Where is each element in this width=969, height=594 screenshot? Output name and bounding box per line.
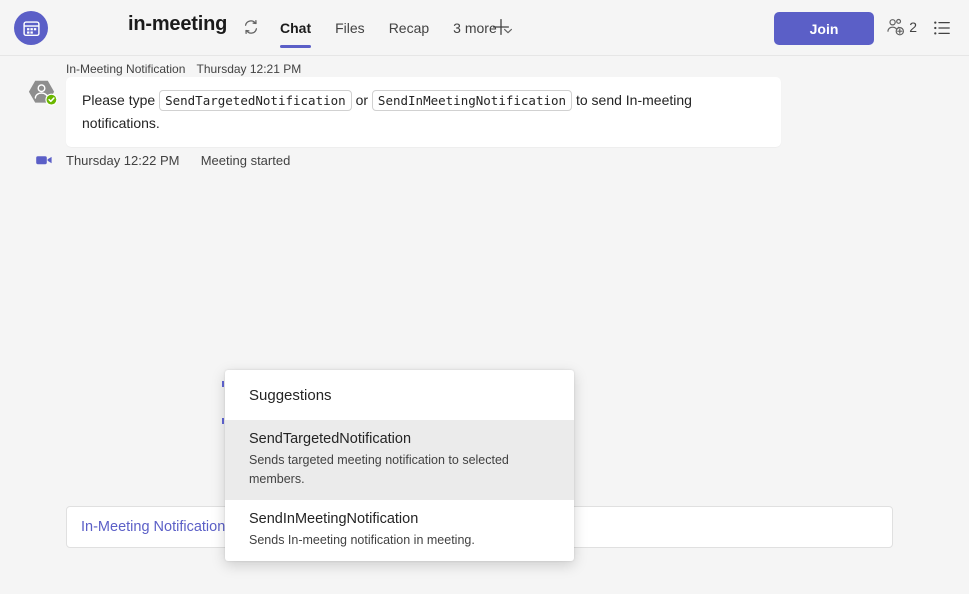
bot-mention-chip: In-Meeting Notification xyxy=(81,519,225,535)
message-author: In-Meeting Notification xyxy=(66,62,185,76)
sync-icon[interactable] xyxy=(242,18,260,36)
suggestions-title: Suggestions xyxy=(225,370,574,420)
teams-meeting-chat-window: in-meeting Chat Files Recap 3 more xyxy=(0,0,969,594)
suggestion-item-send-in-meeting-notification[interactable]: SendInMeetingNotification Sends In-meeti… xyxy=(225,500,574,561)
plus-icon[interactable] xyxy=(488,14,514,40)
message-text-before: Please type xyxy=(82,92,155,108)
system-event-timestamp: Thursday 12:22 PM xyxy=(66,153,179,168)
page-title: in-meeting xyxy=(128,13,227,36)
system-event-row: Thursday 12:22 PM Meeting started xyxy=(34,150,290,170)
tab-chat-label: Chat xyxy=(280,20,311,36)
suggestion-description: Sends targeted meeting notification to s… xyxy=(249,451,552,489)
suggestion-title: SendTargetedNotification xyxy=(249,429,552,450)
tab-files-label: Files xyxy=(335,20,365,36)
message-text-middle: or xyxy=(356,92,368,108)
system-event-text: Thursday 12:22 PM Meeting started xyxy=(66,153,290,168)
command-code-2: SendInMeetingNotification xyxy=(372,90,572,111)
list-icon[interactable] xyxy=(931,17,953,39)
message-bubble: Please type SendTargetedNotification or … xyxy=(66,77,781,147)
add-people-icon[interactable]: 2 xyxy=(885,16,917,38)
suggestion-title: SendInMeetingNotification xyxy=(249,509,552,530)
calendar-icon xyxy=(14,11,48,45)
tab-recap[interactable]: Recap xyxy=(377,0,441,56)
bot-avatar-icon xyxy=(27,78,60,111)
participant-count: 2 xyxy=(909,19,917,35)
tab-recap-label: Recap xyxy=(389,20,429,36)
app-header: in-meeting Chat Files Recap 3 more xyxy=(0,0,969,56)
caret-marker-top xyxy=(222,381,224,387)
suggestions-popover: Suggestions SendTargetedNotification Sen… xyxy=(225,370,574,561)
tab-files[interactable]: Files xyxy=(323,0,377,56)
message-meta: In-Meeting Notification Thursday 12:21 P… xyxy=(66,62,301,76)
video-camera-icon xyxy=(34,150,54,170)
tab-bar: Chat Files Recap 3 more xyxy=(268,0,525,56)
tab-chat[interactable]: Chat xyxy=(268,0,323,56)
suggestion-item-send-targeted-notification[interactable]: SendTargetedNotification Sends targeted … xyxy=(225,420,574,500)
message-timestamp: Thursday 12:21 PM xyxy=(197,62,302,76)
system-event-label: Meeting started xyxy=(201,153,291,168)
caret-marker-bottom xyxy=(222,418,224,424)
join-button[interactable]: Join xyxy=(774,12,874,45)
suggestion-description: Sends In-meeting notification in meeting… xyxy=(249,531,552,550)
command-code-1: SendTargetedNotification xyxy=(159,90,352,111)
